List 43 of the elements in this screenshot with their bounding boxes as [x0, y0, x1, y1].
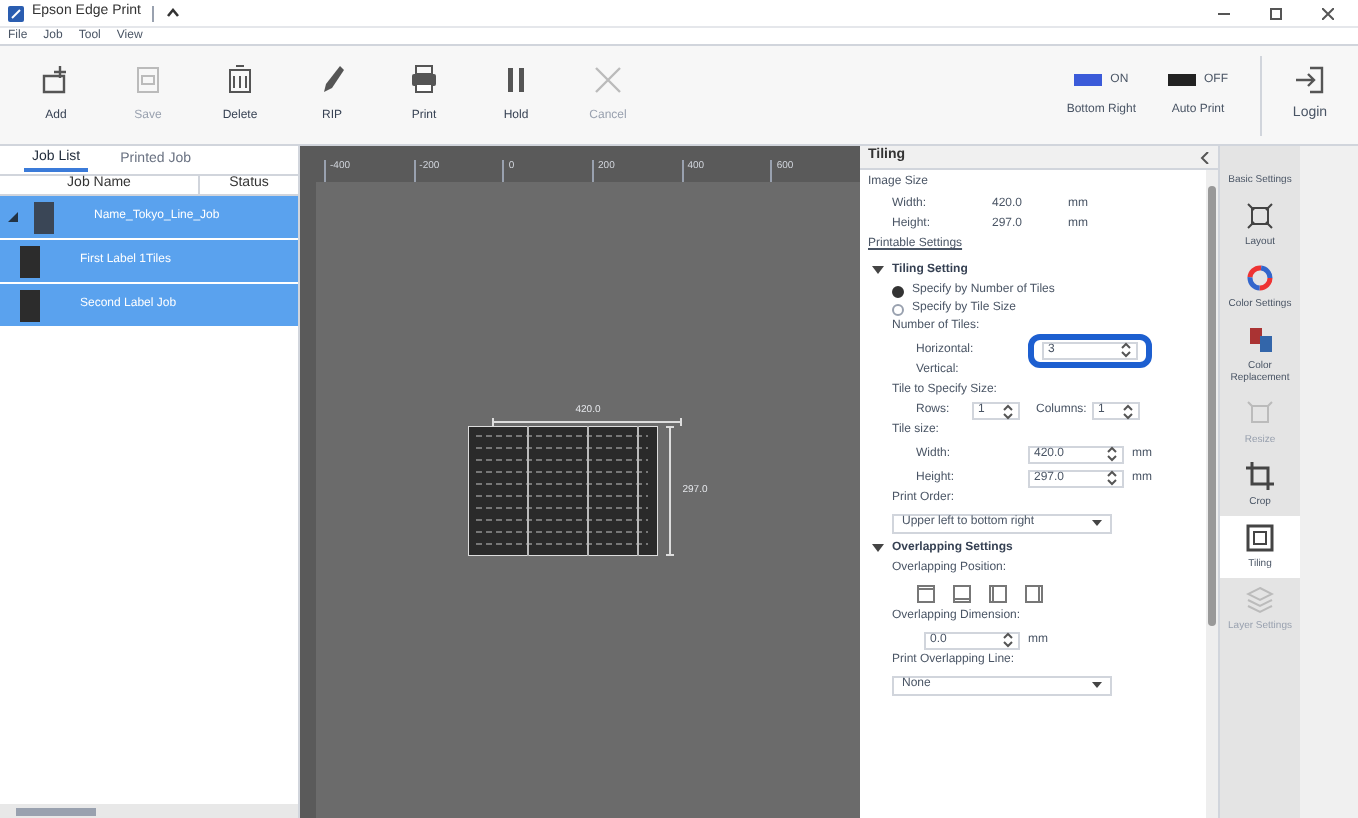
overlap-position-icon[interactable]	[988, 584, 1008, 604]
collapse-icon[interactable]	[1200, 151, 1210, 163]
layers-icon	[1246, 586, 1274, 614]
maximize-icon[interactable]	[1270, 7, 1282, 19]
close-icon	[592, 64, 624, 96]
minimize-icon[interactable]	[1218, 7, 1230, 19]
overlap-position-icon[interactable]	[916, 584, 936, 604]
thumbnail	[20, 289, 40, 321]
tiling-icon	[1246, 524, 1274, 552]
save-icon	[132, 64, 164, 96]
spinner-icon	[1002, 403, 1014, 419]
radio-button[interactable]	[892, 303, 904, 315]
caret-icon	[1092, 520, 1102, 526]
color-wheel-icon	[1246, 264, 1274, 292]
spinner-icon	[1106, 446, 1118, 462]
overlap-position-icon[interactable]	[952, 584, 972, 604]
printer-icon	[408, 64, 440, 96]
thumbnail	[20, 245, 40, 277]
login-icon	[1294, 64, 1326, 97]
spinner-icon	[1106, 470, 1118, 486]
collapse-icon[interactable]	[872, 543, 884, 553]
close-icon[interactable]	[1322, 7, 1334, 19]
overlap-position-icon[interactable]	[1024, 584, 1044, 604]
layout-icon	[1246, 202, 1274, 230]
color-replace-icon	[1246, 326, 1274, 354]
caret-icon[interactable]	[166, 8, 181, 18]
scrollbar-thumb[interactable]	[16, 807, 96, 815]
collapse-icon[interactable]	[872, 265, 884, 275]
expand-icon[interactable]	[8, 212, 18, 222]
spinner-icon	[1122, 403, 1134, 419]
toggle-switch[interactable]	[1168, 74, 1196, 86]
radio-button[interactable]	[892, 285, 904, 297]
spinner-icon	[1120, 342, 1132, 358]
toggle-switch[interactable]	[1074, 74, 1103, 86]
trash-icon	[224, 64, 256, 96]
thumbnail	[34, 201, 54, 233]
spinner-icon	[1002, 632, 1014, 648]
resize-icon	[1246, 400, 1274, 428]
app-icon	[8, 5, 24, 21]
crop-icon	[1246, 462, 1274, 490]
caret-icon	[1092, 682, 1102, 688]
add-icon	[40, 64, 72, 96]
scrollbar[interactable]	[1206, 170, 1218, 818]
